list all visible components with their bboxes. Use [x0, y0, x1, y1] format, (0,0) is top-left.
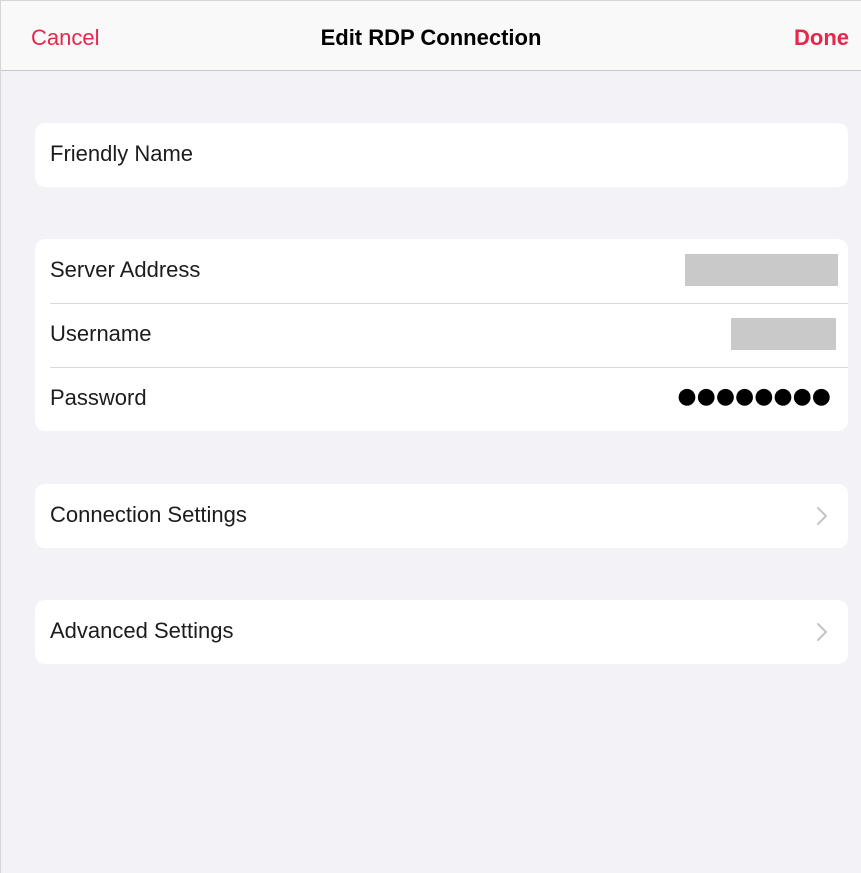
chevron-right-icon: [817, 623, 827, 641]
friendly-name-label: Friendly Name: [50, 141, 194, 166]
server-address-label: Server Address: [50, 257, 201, 282]
edit-rdp-connection-screen: Cancel Edit RDP Connection Done Friendly…: [0, 0, 861, 873]
chevron-right-icon: [817, 507, 827, 525]
password-label: Password: [50, 385, 147, 410]
advanced-settings-group: Advanced Settings: [35, 600, 848, 664]
connection-settings-label: Connection Settings: [50, 502, 247, 527]
done-button[interactable]: Done: [794, 25, 849, 51]
navigation-bar: Cancel Edit RDP Connection Done: [1, 1, 861, 71]
username-label: Username: [50, 321, 152, 346]
advanced-settings-row[interactable]: Advanced Settings: [35, 600, 848, 664]
username-row[interactable]: Username: [35, 303, 848, 367]
credentials-group: Server Address Username Password ●●●●●●●…: [35, 239, 848, 431]
page-title: Edit RDP Connection: [320, 25, 542, 50]
connection-settings-group: Connection Settings: [35, 484, 848, 548]
server-address-value-redacted: [685, 254, 838, 286]
connection-settings-row[interactable]: Connection Settings: [35, 484, 848, 548]
server-address-row[interactable]: Server Address: [35, 239, 848, 303]
password-row[interactable]: Password ●●●●●●●●: [35, 367, 848, 431]
friendly-name-group: Friendly Name: [35, 123, 848, 187]
username-value-redacted: [731, 318, 836, 350]
advanced-settings-label: Advanced Settings: [50, 618, 234, 643]
password-value: ●●●●●●●●: [677, 384, 831, 409]
friendly-name-row[interactable]: Friendly Name: [35, 123, 848, 187]
